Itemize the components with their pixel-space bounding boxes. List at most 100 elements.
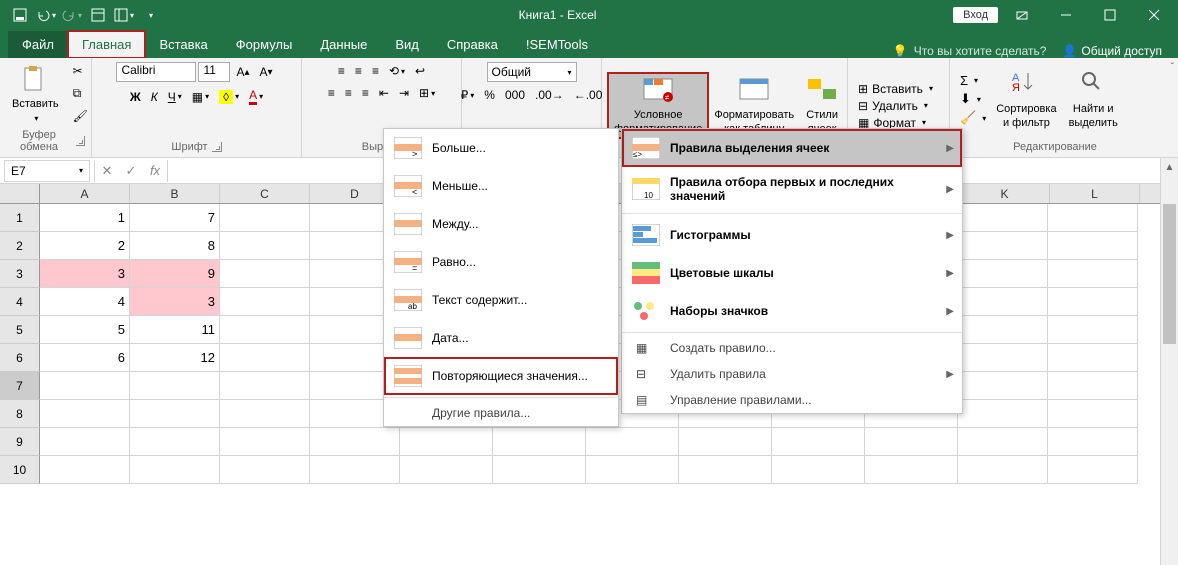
autosum-button[interactable]: Σ▾ [958, 72, 988, 89]
cell[interactable]: 2 [40, 232, 130, 260]
cell[interactable] [958, 260, 1048, 288]
cell[interactable] [310, 456, 400, 484]
enter-icon[interactable]: ✓ [119, 160, 143, 182]
manage-rules-item[interactable]: ▤Управление правилами... [622, 387, 962, 413]
tab-insert[interactable]: Вставка [145, 31, 221, 58]
row-header[interactable]: 5 [0, 316, 40, 344]
greater-than-item[interactable]: > Больше... [384, 129, 618, 167]
cell[interactable]: 6 [40, 344, 130, 372]
cell[interactable] [679, 456, 772, 484]
underline-button[interactable]: Ч▾ [164, 88, 186, 106]
col-header[interactable]: L [1050, 184, 1140, 203]
qat-icon-1[interactable] [86, 3, 110, 27]
row-header[interactable]: 10 [0, 456, 40, 484]
tab-home[interactable]: Главная [68, 31, 145, 58]
row-header[interactable]: 3 [0, 260, 40, 288]
text-contains-item[interactable]: ab Текст содержит... [384, 281, 618, 319]
col-header[interactable]: C [220, 184, 310, 203]
cell[interactable] [130, 456, 220, 484]
cell[interactable] [1048, 372, 1138, 400]
cell[interactable] [220, 204, 310, 232]
cell[interactable] [958, 428, 1048, 456]
row-header[interactable]: 9 [0, 428, 40, 456]
new-rule-item[interactable]: ▦Создать правило... [622, 335, 962, 361]
name-box[interactable]: E7▾ [4, 160, 90, 182]
inc-decimal-icon[interactable]: .00→ [531, 86, 568, 104]
undo-icon[interactable]: ▾ [34, 3, 58, 27]
vertical-scrollbar[interactable]: ▲ [1160, 158, 1178, 565]
align-bottom-icon[interactable]: ≡ [368, 62, 383, 80]
borders-icon[interactable]: ▦▾ [188, 88, 213, 106]
cell[interactable] [1048, 428, 1138, 456]
font-name-select[interactable]: Calibri [116, 62, 196, 82]
cell[interactable] [130, 428, 220, 456]
cell[interactable] [130, 372, 220, 400]
number-format-select[interactable]: Общий▾ [487, 62, 577, 82]
cell[interactable] [772, 428, 865, 456]
tab-formulas[interactable]: Формулы [222, 31, 307, 58]
comma-icon[interactable]: 000 [501, 86, 529, 104]
shrink-font-icon[interactable]: A▾ [256, 63, 277, 81]
cell[interactable] [958, 232, 1048, 260]
format-painter-icon[interactable]: 🖌 [69, 107, 92, 125]
cell[interactable] [400, 428, 493, 456]
cell[interactable] [220, 372, 310, 400]
cell[interactable] [865, 428, 958, 456]
cell[interactable] [220, 288, 310, 316]
cell[interactable] [1048, 260, 1138, 288]
cell[interactable] [220, 316, 310, 344]
cell[interactable] [40, 428, 130, 456]
row-header[interactable]: 4 [0, 288, 40, 316]
clear-rules-item[interactable]: ⊟Удалить правила▶ [622, 361, 962, 387]
cell[interactable] [220, 232, 310, 260]
save-icon[interactable] [8, 3, 32, 27]
align-center-icon[interactable]: ≡ [341, 84, 356, 102]
qat-more-icon[interactable]: ▾ [138, 3, 162, 27]
tab-semtools[interactable]: !SEMTools [512, 31, 602, 58]
cell[interactable] [865, 456, 958, 484]
fx-icon[interactable]: fx [143, 160, 167, 182]
paste-button[interactable]: Вставить ▾ [6, 62, 65, 124]
tab-file[interactable]: Файл [8, 31, 68, 58]
cell[interactable] [1048, 316, 1138, 344]
data-bars-item[interactable]: Гистограммы ▶ [622, 216, 962, 254]
login-button[interactable]: Вход [953, 7, 998, 23]
cell[interactable] [493, 456, 586, 484]
clear-button[interactable]: 🧹▾ [958, 109, 988, 127]
indent-dec-icon[interactable]: ⇤ [375, 84, 393, 102]
cell[interactable] [679, 428, 772, 456]
minimize-icon[interactable] [1046, 0, 1086, 30]
cell[interactable] [1048, 344, 1138, 372]
cell[interactable] [310, 428, 400, 456]
top-bottom-rules-item[interactable]: 10 Правила отбора первых и последних зна… [622, 167, 962, 211]
ribbon-options-icon[interactable] [1002, 0, 1042, 30]
duplicate-values-item[interactable]: Повторяющиеся значения... [384, 357, 618, 395]
cell[interactable] [1048, 400, 1138, 428]
cell[interactable] [958, 400, 1048, 428]
cell[interactable]: 12 [130, 344, 220, 372]
redo-icon[interactable]: ▾ [60, 3, 84, 27]
cell[interactable]: 3 [130, 288, 220, 316]
insert-cells-button[interactable]: ⊞Вставить▾ [856, 81, 935, 97]
more-rules-item[interactable]: Другие правила... [384, 400, 618, 426]
cell[interactable]: 11 [130, 316, 220, 344]
cell[interactable]: 9 [130, 260, 220, 288]
delete-cells-button[interactable]: ⊟Удалить▾ [856, 98, 935, 114]
equal-to-item[interactable]: = Равно... [384, 243, 618, 281]
font-color-icon[interactable]: А▾ [245, 86, 267, 107]
share-button[interactable]: 👤 Общий доступ [1062, 44, 1162, 58]
align-middle-icon[interactable]: ≡ [351, 62, 366, 80]
cell[interactable] [958, 372, 1048, 400]
cell[interactable] [220, 428, 310, 456]
cell[interactable] [586, 456, 679, 484]
cell[interactable]: 3 [40, 260, 130, 288]
between-item[interactable]: Между... [384, 205, 618, 243]
indent-inc-icon[interactable]: ⇥ [395, 84, 413, 102]
qat-icon-2[interactable]: ▾ [112, 3, 136, 27]
row-header[interactable]: 7 [0, 372, 40, 400]
row-header[interactable]: 6 [0, 344, 40, 372]
row-header[interactable]: 1 [0, 204, 40, 232]
maximize-icon[interactable] [1090, 0, 1130, 30]
cell[interactable] [958, 316, 1048, 344]
font-launcher[interactable] [212, 142, 222, 152]
